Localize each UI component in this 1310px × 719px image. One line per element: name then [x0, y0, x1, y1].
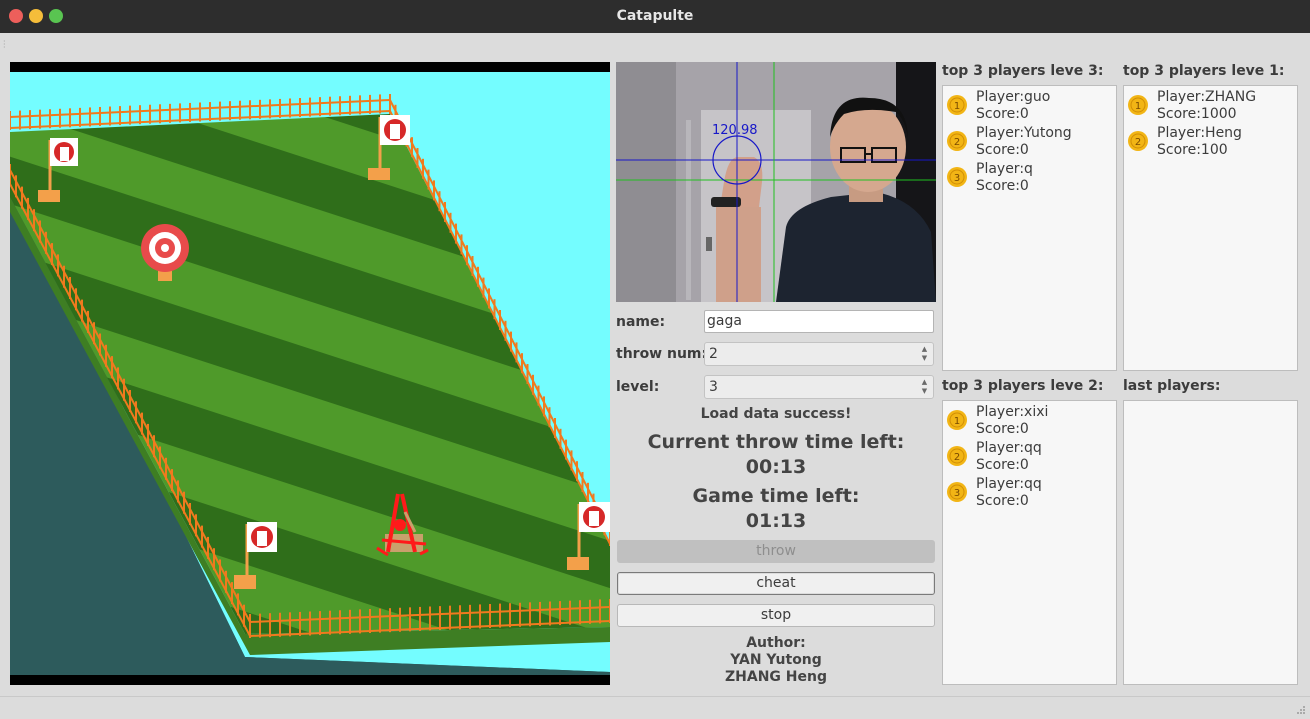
medal-icon: 2	[947, 446, 967, 466]
player-score: Score:0	[976, 457, 1029, 473]
player-name: Player:Yutong	[976, 125, 1072, 141]
svg-text:1: 1	[954, 416, 960, 427]
last-players-list[interactable]	[1123, 400, 1298, 685]
game-scene	[9, 62, 611, 685]
player-name: Player:ZHANG	[1157, 89, 1257, 105]
medal-icon: 2	[947, 131, 967, 151]
svg-text:3: 3	[954, 173, 960, 184]
medal-icon: 1	[947, 95, 967, 115]
tracking-readout: 120.98	[712, 123, 758, 138]
player-score: Score:0	[976, 421, 1029, 437]
player-score: Score:0	[976, 178, 1029, 194]
level-spinbox[interactable]: 3 ▲ ▼	[704, 375, 934, 399]
title-bar: Catapulte	[0, 0, 1310, 33]
spin-arrows-icon[interactable]: ▲ ▼	[920, 378, 929, 396]
camera-view: 120.98	[616, 62, 936, 302]
leaderboard-level2-title: top 3 players leve 2:	[942, 378, 1104, 394]
leaderboard-level3-list[interactable]: 1 Player:guo Score:0 2 Player:Yutong Score…	[942, 85, 1117, 371]
player-name: Player:guo	[976, 89, 1051, 105]
svg-text:2: 2	[954, 452, 960, 463]
medal-icon: 3	[947, 482, 967, 502]
svg-text:2: 2	[1135, 137, 1141, 148]
throw-time-value: 00:13	[745, 456, 807, 478]
player-name: Player:qq	[976, 440, 1042, 456]
player-name: Player:q	[976, 161, 1033, 177]
throw-num-label: throw num:	[616, 346, 708, 362]
svg-text:2: 2	[954, 137, 960, 148]
player-name: Player:xixi	[976, 404, 1049, 420]
spin-arrows-icon[interactable]: ▲ ▼	[920, 345, 929, 363]
medal-icon: 2	[1128, 131, 1148, 151]
svg-text:1: 1	[1135, 101, 1141, 112]
leaderboard-level1-list[interactable]: 1 Player:ZHANG Score:1000 2 Player:Heng Sc…	[1123, 85, 1298, 371]
leaderboard-level3-title: top 3 players leve 3:	[942, 63, 1104, 79]
svg-text:3: 3	[954, 488, 960, 499]
name-label: name:	[616, 314, 666, 330]
throw-time-label: Current throw time left:	[647, 431, 905, 453]
medal-icon: 1	[947, 410, 967, 430]
throw-num-value: 2	[709, 346, 718, 362]
medal-icon: 3	[947, 167, 967, 187]
author-name: ZHANG Heng	[725, 669, 827, 685]
player-score: Score:0	[976, 493, 1029, 509]
throw-button[interactable]: throw	[617, 540, 935, 563]
game-view[interactable]	[9, 62, 611, 685]
player-name: Player:qq	[976, 476, 1042, 492]
leaderboard-level1-title: top 3 players leve 1:	[1123, 63, 1285, 79]
window-title: Catapulte	[616, 8, 694, 24]
name-input[interactable]: gaga	[704, 310, 934, 333]
throw-num-spinbox[interactable]: 2 ▲ ▼	[704, 342, 934, 366]
player-score: Score:100	[1157, 142, 1228, 158]
last-players-title: last players:	[1123, 378, 1221, 394]
stop-button[interactable]: stop	[617, 604, 935, 627]
load-status-text: Load data success!	[700, 406, 852, 422]
resize-grip-icon[interactable]	[1296, 705, 1306, 715]
cheat-button[interactable]: cheat	[617, 572, 935, 595]
player-score: Score:0	[976, 106, 1029, 122]
status-bar	[0, 696, 1310, 719]
player-name: Player:Heng	[1157, 125, 1242, 141]
toolbar-grip-icon: · · ·	[3, 37, 6, 52]
player-score: Score:0	[976, 142, 1029, 158]
level-value: 3	[709, 379, 718, 395]
author-label: Author:	[746, 635, 806, 651]
game-time-value: 01:13	[745, 510, 807, 532]
webcam-feed: 120.98	[616, 62, 936, 302]
medal-icon: 1	[1128, 95, 1148, 115]
player-score: Score:1000	[1157, 106, 1237, 122]
game-time-label: Game time left:	[692, 485, 860, 507]
level-label: level:	[616, 379, 660, 395]
author-name: YAN Yutong	[730, 652, 822, 668]
svg-text:1: 1	[954, 101, 960, 112]
leaderboard-level2-list[interactable]: 1 Player:xixi Score:0 2 Player:qq Score:0 …	[942, 400, 1117, 685]
